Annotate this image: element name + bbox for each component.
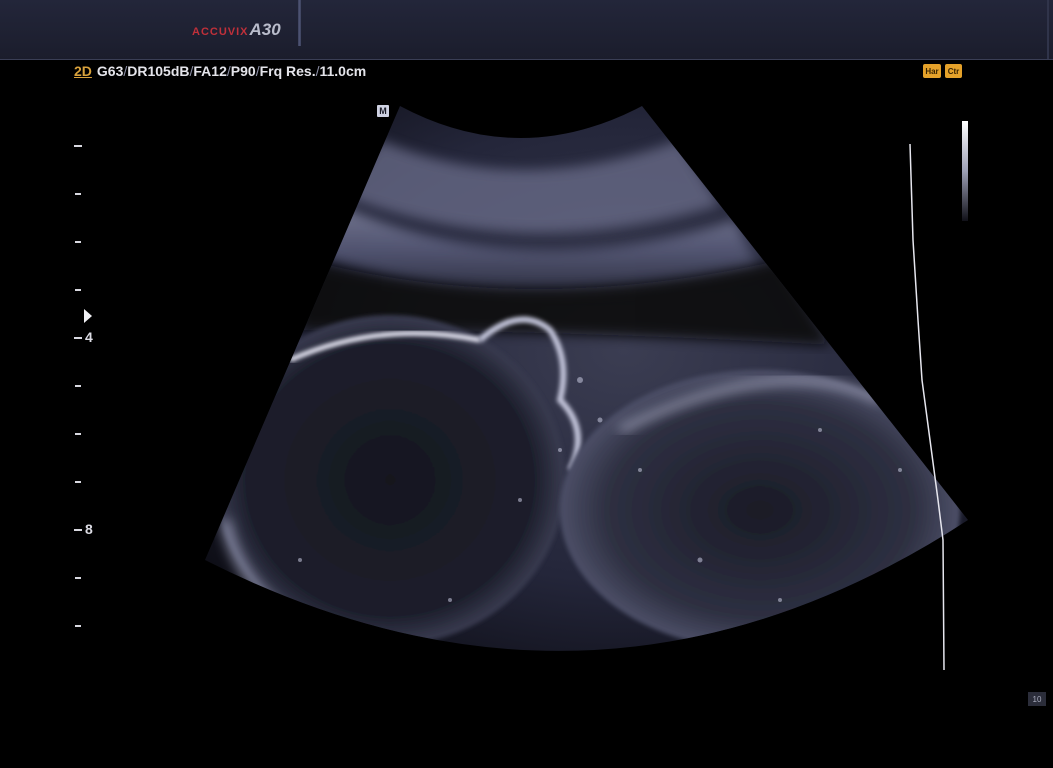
compound-badge[interactable]: Ctr <box>945 64 962 78</box>
depth-tick <box>75 625 81 627</box>
depth-tick <box>75 289 81 291</box>
frame-indicator: 10 <box>1028 692 1046 706</box>
depth-label-8: 8 <box>85 521 93 537</box>
depth-tick <box>75 577 81 579</box>
depth-tick <box>75 481 81 483</box>
depth-tick <box>75 385 81 387</box>
tgc-curve-icon <box>909 143 945 671</box>
depth-scale: 4 8 <box>0 0 110 700</box>
depth-label-4: 4 <box>85 329 93 345</box>
orientation-marker: M <box>377 105 389 117</box>
depth-tick <box>74 337 82 339</box>
grayscale-bar-icon <box>962 121 968 221</box>
focus-marker-icon[interactable] <box>84 309 92 323</box>
frame-average-value: FA12 <box>193 63 227 79</box>
power-value: P90 <box>230 63 256 79</box>
depth-tick <box>75 193 81 195</box>
dynamic-range-value: DR105dB <box>127 63 190 79</box>
depth-tick <box>74 529 82 531</box>
imaging-parameters: 2D G63/DR105dB/FA12/P90/Frq Res./11.0cm <box>74 63 367 79</box>
depth-value: 11.0cm <box>319 63 367 79</box>
depth-tick <box>75 433 81 435</box>
depth-tick <box>74 145 82 147</box>
harmonic-badge[interactable]: Har <box>923 64 941 78</box>
ultrasound-image <box>205 106 968 651</box>
depth-tick <box>75 241 81 243</box>
frequency-value: Frq Res. <box>259 63 316 79</box>
